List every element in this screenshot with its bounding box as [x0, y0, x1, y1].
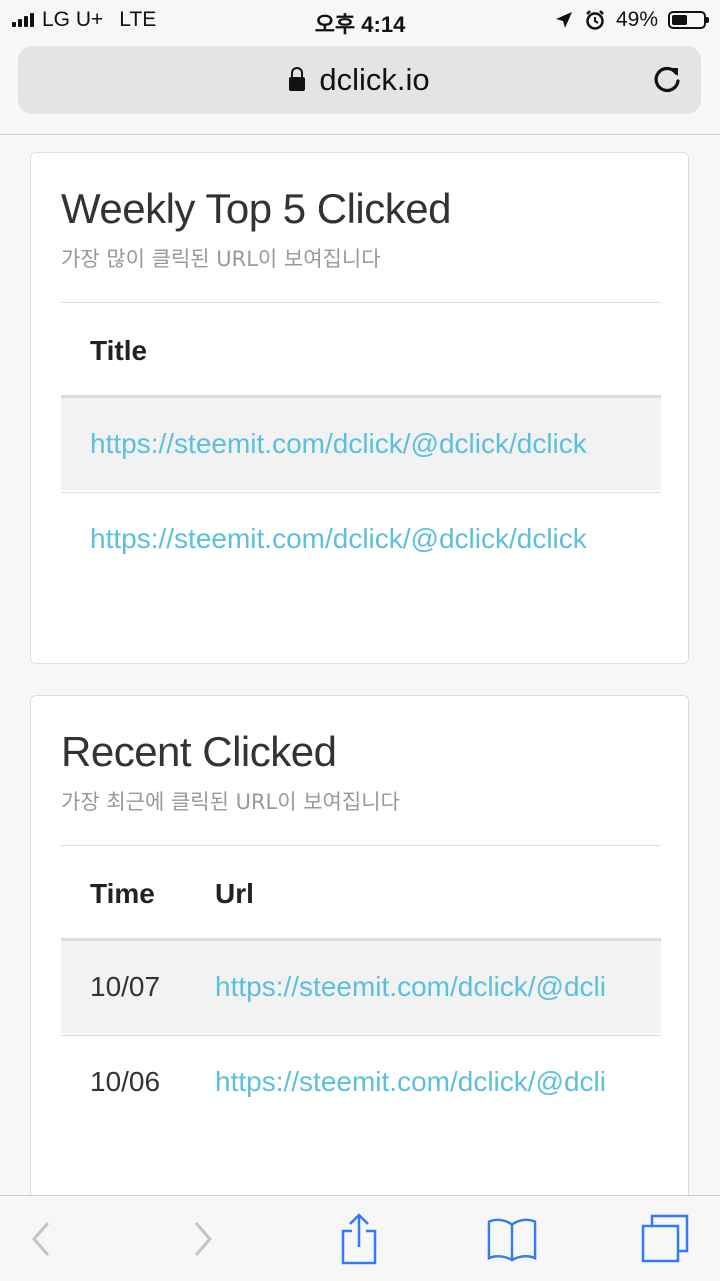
address-content: dclick.io	[18, 46, 701, 114]
tabs-button[interactable]	[640, 1214, 690, 1264]
card-subtitle: 가장 최근에 클릭된 URL이 보여집니다	[61, 790, 400, 814]
address-text: dclick.io	[319, 62, 430, 97]
back-icon	[32, 1222, 50, 1256]
share-icon	[341, 1213, 377, 1265]
recent-clicked-card: Recent Clicked 가장 최근에 클릭된 URL이 보여집니다 Tim…	[30, 695, 689, 1215]
url-link[interactable]: https://steemit.com/dclick/@dcli	[215, 971, 606, 1003]
url-link[interactable]: https://steemit.com/dclick/@dclick/dclic…	[90, 523, 587, 555]
time-cell: 10/07	[90, 971, 161, 1002]
card-title: Recent Clicked	[61, 728, 337, 775]
browser-toolbar	[0, 1195, 720, 1281]
battery-percent: 49%	[615, 8, 658, 31]
card-subtitle: 가장 많이 클릭된 URL이 보여집니다	[61, 247, 381, 271]
url-link[interactable]: https://steemit.com/dclick/@dclick/dclic…	[90, 428, 587, 460]
share-button[interactable]	[334, 1213, 384, 1265]
weekly-top-card: Weekly Top 5 Clicked 가장 많이 클릭된 URL이 보여집니…	[30, 152, 689, 664]
header-divider	[0, 134, 720, 135]
table-row: https://steemit.com/dclick/@dclick/dclic…	[61, 395, 661, 490]
time-cell: 10/06	[90, 1066, 161, 1097]
address-bar[interactable]: dclick.io	[18, 46, 701, 114]
forward-icon	[194, 1222, 212, 1256]
status-bar: LG U+ LTE 오후 4:14 49%	[0, 0, 720, 40]
reload-icon[interactable]	[649, 62, 685, 98]
table-row: https://steemit.com/dclick/@dclick/dclic…	[61, 492, 661, 587]
column-header-time: Time	[90, 878, 155, 909]
location-icon	[555, 12, 572, 28]
status-right: 49%	[554, 8, 709, 32]
tabs-icon	[641, 1214, 689, 1263]
column-header-url: Url	[215, 878, 254, 909]
bookmarks-button[interactable]	[487, 1214, 537, 1264]
column-header-title: Title	[90, 335, 148, 366]
table-row: 10/07 https://steemit.com/dclick/@dcli	[61, 938, 661, 1033]
bookmarks-icon	[487, 1218, 537, 1262]
divider	[61, 845, 661, 846]
alarm-icon	[586, 10, 604, 30]
url-link[interactable]: https://steemit.com/dclick/@dcli	[215, 1066, 606, 1098]
back-button[interactable]	[16, 1214, 66, 1264]
table-row: 10/06 https://steemit.com/dclick/@dcli	[61, 1035, 661, 1130]
battery-icon	[668, 11, 709, 29]
lock-icon	[289, 67, 306, 91]
forward-button[interactable]	[178, 1214, 228, 1264]
divider	[61, 302, 661, 303]
card-title: Weekly Top 5 Clicked	[61, 185, 451, 232]
